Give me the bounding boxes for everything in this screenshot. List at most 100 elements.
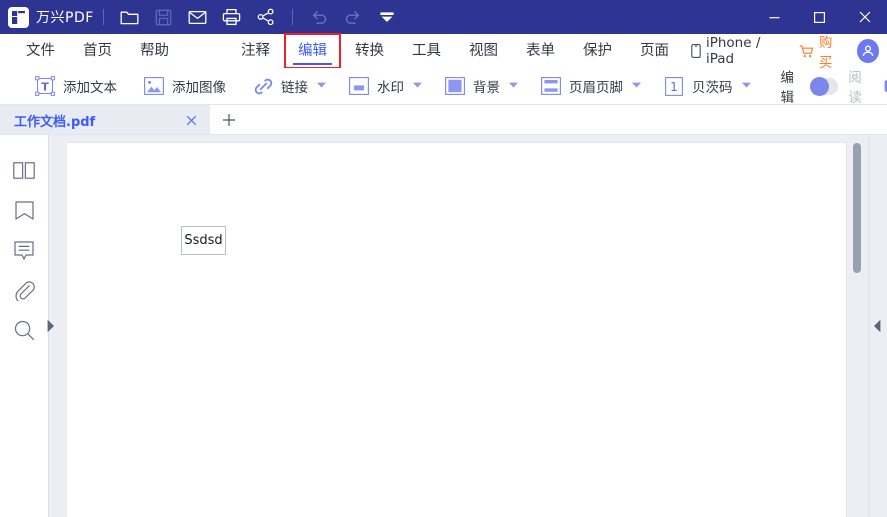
email-icon[interactable] [181,2,215,32]
background-chevron-down-icon[interactable] [509,82,518,91]
add-text-icon: T [34,75,56,97]
header-footer-label: 页眉页脚 [569,80,623,96]
sidebar-item-search[interactable] [4,313,44,353]
document-tab-bar: 工作文档.pdf [0,105,887,135]
bates-number-chevron-down-icon[interactable] [741,82,751,91]
undo-icon[interactable] [302,2,336,32]
tab-form-label: 表单 [526,43,555,59]
watermark-button[interactable]: 水印 [342,68,428,104]
menu-item-home[interactable]: 首页 [69,34,126,68]
sidebar-item-thumbnails[interactable] [4,153,44,193]
header-footer-button[interactable]: 页眉页脚 [534,68,647,104]
document-tab[interactable]: 工作文档.pdf [0,105,210,135]
header-footer-chevron-down-icon[interactable] [632,82,641,91]
workspace: Ssdsd [0,135,887,517]
titlebar-quick-tools [113,2,404,32]
add-image-icon [143,75,165,97]
sidebar-expander[interactable] [47,319,55,338]
print-icon[interactable] [215,2,249,32]
tab-protect[interactable]: 保护 [569,34,626,68]
close-icon[interactable] [182,111,200,129]
menu-right-group: iPhone / iPad 购买 [683,31,887,71]
menu-item-file[interactable]: 文件 [12,34,69,68]
text-object-content: Ssdsd [184,233,223,248]
mode-toggle[interactable] [809,76,839,96]
thumbnails-icon [13,161,35,185]
vertical-scrollbar[interactable] [850,135,864,517]
maximize-button[interactable] [797,0,842,34]
open-file-icon[interactable] [113,2,147,32]
menu-item-help-label: 帮助 [140,43,169,59]
plus-icon[interactable] [210,105,248,135]
add-image-button[interactable]: 添加图像 [137,68,232,104]
tab-form[interactable]: 表单 [512,34,569,68]
tab-tools[interactable]: 工具 [398,34,455,68]
tab-tools-label: 工具 [412,43,441,59]
mode-switcher: 编辑 阅读 [781,66,887,106]
document-viewer[interactable]: Ssdsd [67,135,868,517]
right-panel-expander[interactable] [872,319,882,338]
vertical-scrollbar-thumb[interactable] [853,143,861,273]
title-bar: 万兴PDF [0,0,887,34]
tab-view[interactable]: 视图 [455,34,512,68]
mobile-app-label: iPhone / iPad [705,35,761,67]
background-button[interactable]: 背景 [438,68,524,104]
mode-toggle-knob [809,76,829,96]
sidebar-item-comments[interactable] [4,233,44,273]
buy-label: 购买 [818,35,833,71]
bates-number-button[interactable]: 1 贝茨码 [657,68,757,104]
sidebar-item-attachment[interactable] [4,273,44,313]
expand-right-icon [47,319,55,338]
wondershare-pdf-logo-icon [8,6,29,28]
background-label: 背景 [473,80,500,96]
share-icon[interactable] [249,2,283,32]
background-icon [444,75,466,97]
save-icon[interactable] [147,2,181,32]
mode-read-label: 阅读 [848,70,862,106]
menu-item-file-label: 文件 [26,43,55,59]
minimize-button[interactable] [752,0,797,34]
titlebar-divider-1 [102,9,104,25]
document-tab-title: 工作文档.pdf [14,114,96,130]
tab-edit-underline [293,63,332,65]
phone-icon [691,44,701,58]
more-dropdown-icon[interactable] [370,2,404,32]
tab-convert-label: 转换 [355,43,384,59]
tab-edit-label: 编辑 [298,43,327,59]
menu-bar: 文件 首页 帮助 注释 编辑 转换 工具 视图 表单 保护 页面 iPhone … [0,31,887,71]
watermark-icon [348,75,370,97]
add-text-button[interactable]: T 添加文本 [28,68,123,104]
sidebar-item-bookmark[interactable] [4,193,44,233]
titlebar-divider-2 [291,9,293,25]
close-button[interactable] [842,0,887,34]
avatar[interactable] [857,39,880,63]
user-icon [862,45,874,57]
cart-icon [799,44,814,57]
tab-comment[interactable]: 注释 [227,34,284,68]
mobile-app-button[interactable]: iPhone / iPad [691,35,785,67]
buy-button[interactable]: 购买 [799,31,844,71]
app-name-label: 万兴PDF [36,10,94,26]
redo-icon[interactable] [336,2,370,32]
text-object[interactable]: Ssdsd [181,226,226,255]
bates-number-label: 贝茨码 [692,80,733,96]
watermark-chevron-down-icon[interactable] [413,82,422,91]
tab-protect-label: 保护 [583,43,612,59]
pdf-page[interactable]: Ssdsd [67,143,846,517]
tab-edit[interactable]: 编辑 [284,33,341,69]
menu-item-home-label: 首页 [83,43,112,59]
tab-convert[interactable]: 转换 [341,34,398,68]
tab-page[interactable]: 页面 [626,34,683,68]
mode-edit-label: 编辑 [780,70,795,106]
link-button[interactable]: 链接 [246,68,332,104]
settings-hex-icon[interactable] [882,75,887,97]
attachment-icon [14,280,35,306]
link-chevron-down-icon[interactable] [317,82,326,91]
app-logo: 万兴PDF [0,6,94,28]
window-controls [752,0,887,34]
svg-text:1: 1 [670,79,678,93]
add-text-label: 添加文本 [63,80,117,96]
collapse-left-icon [873,319,881,338]
menu-item-help[interactable]: 帮助 [126,34,183,68]
comments-icon [14,240,34,266]
